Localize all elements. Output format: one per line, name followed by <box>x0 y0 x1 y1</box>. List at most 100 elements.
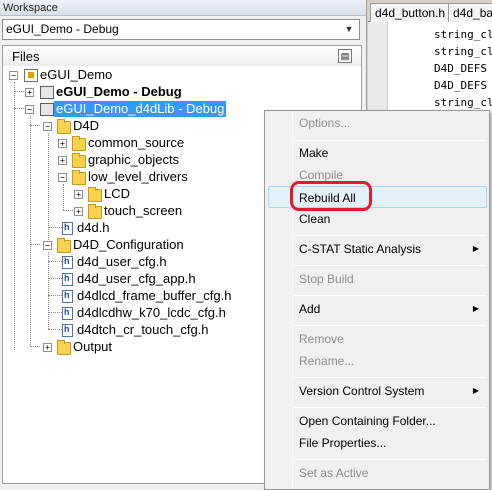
configuration-select[interactable]: eGUI_Demo - Debug ▼ <box>2 19 360 40</box>
code-line: string_cl <box>434 45 492 58</box>
expand-icon[interactable]: + <box>58 156 67 165</box>
folder-icon <box>88 187 102 202</box>
tree-item-label: graphic_objects <box>88 152 180 167</box>
header-file-icon <box>62 222 73 235</box>
expand-icon[interactable]: + <box>58 139 67 148</box>
tree-item-label: d4d_user_cfg.h <box>77 254 167 269</box>
code-line: string_cl <box>434 28 492 41</box>
expand-icon[interactable]: + <box>74 190 83 199</box>
tree-item-label: D4D <box>73 118 100 133</box>
menu-item-add[interactable]: Add <box>299 302 320 316</box>
folder-icon <box>88 204 102 219</box>
tree-item-file-d4dtch-cr-touch-cfg[interactable]: d4dtch_cr_touch_cfg.h <box>3 322 263 339</box>
menu-item-remove[interactable]: Remove <box>299 332 344 346</box>
folder-icon <box>72 170 86 185</box>
tree-item-folder-graphic-objects[interactable]: + graphic_objects <box>3 152 223 169</box>
tree-item-label: low_level_drivers <box>88 169 188 184</box>
menu-separator <box>294 407 486 408</box>
tree-item-file-d4d-user-cfg[interactable]: d4d_user_cfg.h <box>3 254 243 271</box>
collapse-icon[interactable]: − <box>43 122 52 131</box>
menu-item-file-properties[interactable]: File Properties... <box>299 436 386 450</box>
tree-item-label: d4d_user_cfg_app.h <box>77 271 196 286</box>
tree-item-label: touch_screen <box>104 203 183 218</box>
menu-icon-strip <box>292 113 293 487</box>
header-file-icon <box>62 290 73 303</box>
tree-item-label: d4d.h <box>77 220 110 235</box>
expand-icon[interactable]: + <box>43 343 52 352</box>
menu-item-make[interactable]: Make <box>299 146 328 160</box>
tab-d4d-base[interactable]: d4d_base <box>448 3 492 22</box>
tree-item-workspace-root[interactable]: − eGUI_Demo <box>3 67 203 84</box>
expand-icon[interactable]: + <box>25 88 34 97</box>
tree-item-file-d4d-user-cfg-app[interactable]: d4d_user_cfg_app.h <box>3 271 243 288</box>
menu-separator <box>294 235 486 236</box>
menu-item-set-as-active[interactable]: Set as Active <box>299 466 368 480</box>
collapse-icon[interactable]: − <box>43 241 52 250</box>
folder-icon <box>57 238 71 253</box>
submenu-arrow-icon: ▶ <box>472 386 479 395</box>
folder-icon <box>72 153 86 168</box>
collapse-icon[interactable]: − <box>25 105 34 114</box>
tree-item-folder-touch-screen[interactable]: + touch_screen <box>3 203 223 220</box>
menu-item-compile[interactable]: Compile <box>299 168 343 182</box>
tree-item-label: d4dtch_cr_touch_cfg.h <box>77 322 209 337</box>
menu-separator <box>294 140 486 141</box>
tree-item-folder-output[interactable]: + Output <box>3 339 203 356</box>
tree-item-label: eGUI_Demo <box>40 67 113 82</box>
tree-item-file-d4dlcd-frame-buffer-cfg[interactable]: d4dlcd_frame_buffer_cfg.h <box>3 288 263 305</box>
header-file-icon <box>62 307 73 320</box>
editor-tab-bar: d4d_button.h d4d_base <box>368 0 492 22</box>
code-line: D4D_DEFS <box>434 79 487 92</box>
tree-item-folder-d4d-configuration[interactable]: − D4D_Configuration <box>3 237 223 254</box>
folder-icon <box>57 119 71 134</box>
tree-item-label: Output <box>73 339 113 354</box>
project-icon <box>40 103 54 116</box>
expand-icon[interactable]: + <box>74 207 83 216</box>
tree-item-project-debug[interactable]: + eGUI_Demo - Debug <box>3 84 243 101</box>
chevron-down-icon[interactable]: ▼ <box>342 21 356 38</box>
annotation-highlight-ring <box>290 181 372 211</box>
collapse-icon[interactable]: − <box>9 71 18 80</box>
tree-item-file-d4dlcdhw-k70-lcdc-cfg[interactable]: d4dlcdhw_k70_lcdc_cfg.h <box>3 305 263 322</box>
menu-item-options[interactable]: Options... <box>299 116 350 130</box>
menu-separator <box>294 325 486 326</box>
configuration-value: eGUI_Demo - Debug <box>6 22 119 36</box>
header-file-icon <box>62 273 73 286</box>
tab-d4d-button-h[interactable]: d4d_button.h <box>370 3 451 22</box>
tree-item-label: D4D_Configuration <box>73 237 184 252</box>
tree-item-folder-common-source[interactable]: + common_source <box>3 135 223 152</box>
code-line: string_cl <box>434 96 492 109</box>
files-label: Files <box>12 49 40 64</box>
context-menu: Options... Make Compile Rebuild All Clea… <box>264 110 490 490</box>
collapse-icon[interactable]: − <box>58 173 67 182</box>
header-file-icon <box>62 256 73 269</box>
tree-item-label: d4dlcd_frame_buffer_cfg.h <box>77 288 232 303</box>
project-icon <box>40 86 54 99</box>
tree-item-label: LCD <box>104 186 131 201</box>
options-icon[interactable]: ▤ <box>338 49 352 63</box>
submenu-arrow-icon: ▶ <box>472 244 479 253</box>
code-line: D4D_DEFS <box>434 62 487 75</box>
menu-item-cstat[interactable]: C-STAT Static Analysis <box>299 242 421 256</box>
menu-item-version-control[interactable]: Version Control System <box>299 384 424 398</box>
menu-separator <box>294 377 486 378</box>
tree-item-folder-lcd[interactable]: + LCD <box>3 186 203 203</box>
tree-item-folder-d4d[interactable]: − D4D <box>3 118 203 135</box>
folder-icon <box>57 340 71 355</box>
menu-item-open-containing-folder[interactable]: Open Containing Folder... <box>299 414 436 428</box>
submenu-arrow-icon: ▶ <box>472 304 479 313</box>
menu-item-stop-build[interactable]: Stop Build <box>299 272 354 286</box>
files-column-header: Files ▤ <box>2 45 362 67</box>
tree-item-project-lib[interactable]: − eGUI_Demo_d4dLib - Debug <box>3 101 263 118</box>
menu-separator <box>294 295 486 296</box>
menu-separator <box>294 459 486 460</box>
workspace-title: Workspace <box>0 0 366 16</box>
menu-item-rename[interactable]: Rename... <box>299 354 354 368</box>
tree-item-folder-low-level-drivers[interactable]: − low_level_drivers <box>3 169 223 186</box>
tree-item-label: common_source <box>88 135 185 150</box>
menu-item-clean[interactable]: Clean <box>299 212 330 226</box>
tree-item-file-d4d-h[interactable]: d4d.h <box>3 220 203 237</box>
tree-item-label: eGUI_Demo - Debug <box>56 84 182 99</box>
tree-item-label: d4dlcdhw_k70_lcdc_cfg.h <box>77 305 226 320</box>
menu-separator <box>294 265 486 266</box>
